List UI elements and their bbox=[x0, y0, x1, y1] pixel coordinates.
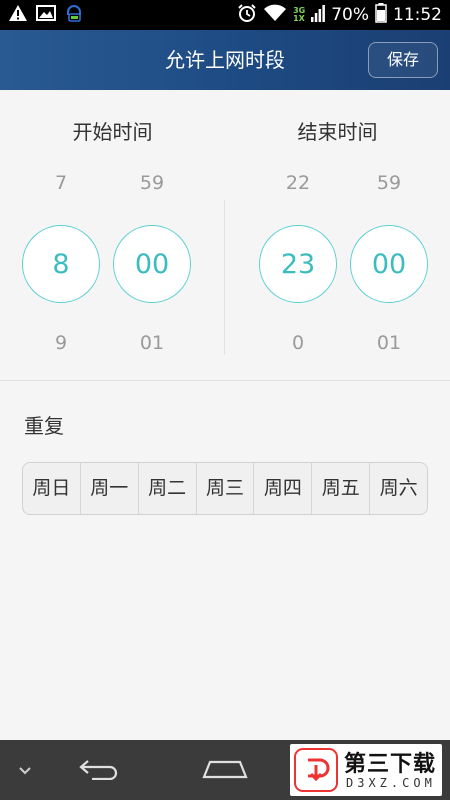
time-range-pickers: 开始时间 7 8 9 59 00 01 结束时间 22 23 0 59 00 0… bbox=[0, 90, 450, 380]
day-toggle-tue[interactable]: 周二 bbox=[139, 463, 197, 514]
wheel-prev-value[interactable]: 59 bbox=[344, 172, 434, 194]
end-hour-selected[interactable]: 23 bbox=[259, 225, 337, 303]
day-toggle-sun[interactable]: 周日 bbox=[23, 463, 81, 514]
section-divider bbox=[0, 380, 450, 381]
image-icon bbox=[36, 4, 56, 26]
chevron-down-icon bbox=[18, 761, 32, 780]
system-icons: 3G 1X 70% 11:52 bbox=[237, 2, 442, 28]
end-hour-wheel[interactable]: 22 23 0 bbox=[253, 90, 343, 380]
signal-icon bbox=[311, 4, 326, 26]
battery-percent: 70% bbox=[331, 5, 369, 25]
repeat-label: 重复 bbox=[24, 414, 64, 438]
battery-icon bbox=[375, 3, 387, 27]
wheel-prev-value[interactable]: 22 bbox=[253, 172, 343, 194]
watermark: 第三下载 D3XZ.COM bbox=[290, 744, 442, 796]
day-toggle-wed[interactable]: 周三 bbox=[197, 463, 255, 514]
wheel-next-value[interactable]: 01 bbox=[344, 332, 434, 354]
status-bar: 3G 1X 70% 11:52 bbox=[0, 0, 450, 30]
end-minute-selected[interactable]: 00 bbox=[350, 225, 428, 303]
headset-icon bbox=[64, 3, 84, 27]
wheel-next-value[interactable]: 0 bbox=[253, 332, 343, 354]
wheel-prev-value[interactable]: 7 bbox=[16, 172, 106, 194]
wheel-next-value[interactable]: 01 bbox=[107, 332, 197, 354]
start-time-picker: 开始时间 7 8 9 59 00 01 bbox=[0, 90, 225, 380]
home-icon bbox=[201, 756, 249, 784]
start-minute-selected[interactable]: 00 bbox=[113, 225, 191, 303]
wheel-prev-value[interactable]: 59 bbox=[107, 172, 197, 194]
download-logo-icon bbox=[294, 748, 338, 792]
notification-icons bbox=[8, 5, 84, 25]
home-button[interactable] bbox=[195, 740, 255, 800]
title-bar: 允许上网时段 保存 bbox=[0, 30, 450, 90]
day-toggle-mon[interactable]: 周一 bbox=[81, 463, 139, 514]
watermark-title: 第三下载 bbox=[344, 752, 437, 777]
back-button[interactable] bbox=[70, 740, 130, 800]
start-hour-selected[interactable]: 8 bbox=[22, 225, 100, 303]
day-toggle-sat[interactable]: 周六 bbox=[370, 463, 427, 514]
hide-nav-button[interactable] bbox=[10, 740, 40, 800]
end-time-picker: 结束时间 22 23 0 59 00 01 bbox=[225, 90, 450, 380]
warning-icon bbox=[8, 4, 28, 26]
clock: 11:52 bbox=[393, 5, 442, 25]
end-minute-wheel[interactable]: 59 00 01 bbox=[344, 90, 434, 380]
weekday-selector: 周日 周一 周二 周三 周四 周五 周六 bbox=[22, 462, 428, 515]
alarm-icon bbox=[237, 3, 257, 27]
save-button[interactable]: 保存 bbox=[368, 42, 438, 78]
network-type-label: 3G 1X bbox=[293, 6, 306, 23]
wifi-icon bbox=[263, 3, 287, 27]
watermark-subtitle: D3XZ.COM bbox=[346, 776, 436, 790]
wheel-next-value[interactable]: 9 bbox=[16, 332, 106, 354]
start-hour-wheel[interactable]: 7 8 9 bbox=[16, 90, 106, 380]
day-toggle-thu[interactable]: 周四 bbox=[254, 463, 313, 514]
day-toggle-fri[interactable]: 周五 bbox=[312, 463, 371, 514]
start-minute-wheel[interactable]: 59 00 01 bbox=[107, 90, 197, 380]
back-arrow-icon bbox=[78, 756, 122, 784]
